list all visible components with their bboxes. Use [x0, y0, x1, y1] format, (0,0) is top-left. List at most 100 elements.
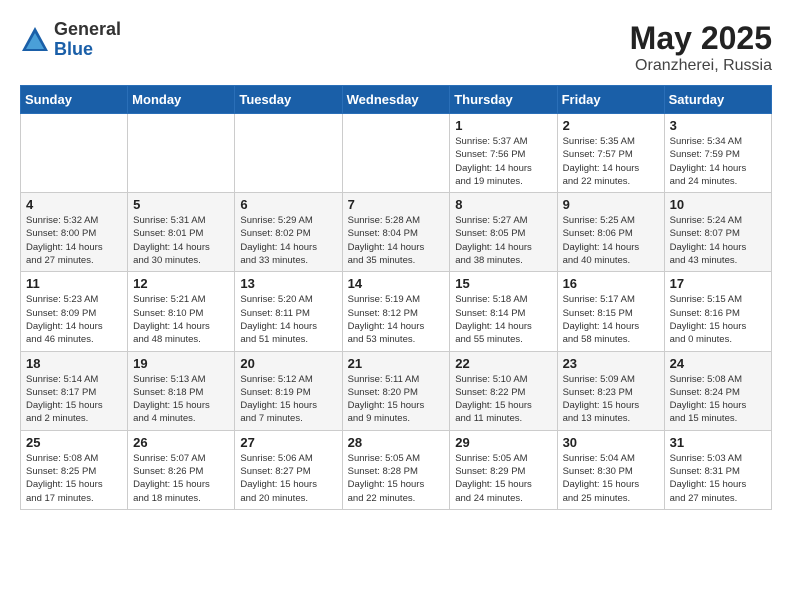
day-info: Sunrise: 5:13 AM Sunset: 8:18 PM Dayligh… — [133, 373, 229, 426]
logo-icon — [20, 25, 50, 55]
calendar-cell: 5 Sunrise: 5:31 AM Sunset: 8:01 PM Daylig… — [128, 193, 235, 272]
calendar-cell: 8 Sunrise: 5:27 AM Sunset: 8:05 PM Daylig… — [450, 193, 557, 272]
day-number: 1 — [455, 118, 551, 133]
day-number: 14 — [348, 276, 445, 291]
day-number: 10 — [670, 197, 766, 212]
calendar-cell: 6 Sunrise: 5:29 AM Sunset: 8:02 PM Daylig… — [235, 193, 342, 272]
day-info: Sunrise: 5:18 AM Sunset: 8:14 PM Dayligh… — [455, 293, 551, 346]
calendar-cell: 3 Sunrise: 5:34 AM Sunset: 7:59 PM Daylig… — [664, 114, 771, 193]
day-info: Sunrise: 5:08 AM Sunset: 8:24 PM Dayligh… — [670, 373, 766, 426]
day-info: Sunrise: 5:07 AM Sunset: 8:26 PM Dayligh… — [133, 452, 229, 505]
day-info: Sunrise: 5:09 AM Sunset: 8:23 PM Dayligh… — [563, 373, 659, 426]
day-number: 30 — [563, 435, 659, 450]
day-number: 27 — [240, 435, 336, 450]
day-number: 16 — [563, 276, 659, 291]
weekday-header-thursday: Thursday — [450, 86, 557, 114]
calendar-cell: 2Sunrise: 5:35 AM Sunset: 7:57 PM Daylig… — [557, 114, 664, 193]
calendar-cell: 12 Sunrise: 5:21 AM Sunset: 8:10 PM Dayli… — [128, 272, 235, 351]
day-number: 8 — [455, 197, 551, 212]
day-number: 9 — [563, 197, 659, 212]
location-subtitle: Oranzherei, Russia — [630, 57, 772, 75]
day-info: Sunrise: 5:15 AM Sunset: 8:16 PM Dayligh… — [670, 293, 766, 346]
day-number: 18 — [26, 356, 122, 371]
day-info: Sunrise: 5:27 AM Sunset: 8:05 PM Dayligh… — [455, 214, 551, 267]
day-info: Sunrise: 5:05 AM Sunset: 8:28 PM Dayligh… — [348, 452, 445, 505]
calendar-cell: 15 Sunrise: 5:18 AM Sunset: 8:14 PM Dayli… — [450, 272, 557, 351]
day-info: Sunrise: 5:25 AM Sunset: 8:06 PM Dayligh… — [563, 214, 659, 267]
weekday-header-wednesday: Wednesday — [342, 86, 450, 114]
day-number: 19 — [133, 356, 229, 371]
month-year-title: May 2025 — [630, 20, 772, 57]
calendar-cell: 16 Sunrise: 5:17 AM Sunset: 8:15 PM Dayli… — [557, 272, 664, 351]
day-info: Sunrise: 5:32 AM Sunset: 8:00 PM Dayligh… — [26, 214, 122, 267]
calendar-cell: 17 Sunrise: 5:15 AM Sunset: 8:16 PM Dayli… — [664, 272, 771, 351]
calendar-cell: 28 Sunrise: 5:05 AM Sunset: 8:28 PM Dayli… — [342, 430, 450, 509]
day-number: 22 — [455, 356, 551, 371]
day-info: Sunrise: 5:23 AM Sunset: 8:09 PM Dayligh… — [26, 293, 122, 346]
day-info: Sunrise: 5:24 AM Sunset: 8:07 PM Dayligh… — [670, 214, 766, 267]
calendar-cell: 11 Sunrise: 5:23 AM Sunset: 8:09 PM Dayli… — [21, 272, 128, 351]
day-info: Sunrise: 5:34 AM Sunset: 7:59 PM Dayligh… — [670, 135, 766, 188]
calendar-cell — [128, 114, 235, 193]
day-number: 25 — [26, 435, 122, 450]
calendar-cell: 23Sunrise: 5:09 AM Sunset: 8:23 PM Dayli… — [557, 351, 664, 430]
day-number: 28 — [348, 435, 445, 450]
day-number: 24 — [670, 356, 766, 371]
calendar-cell: 18 Sunrise: 5:14 AM Sunset: 8:17 PM Dayli… — [21, 351, 128, 430]
week-row-3: 11 Sunrise: 5:23 AM Sunset: 8:09 PM Dayli… — [21, 272, 772, 351]
day-info: Sunrise: 5:03 AM Sunset: 8:31 PM Dayligh… — [670, 452, 766, 505]
day-number: 13 — [240, 276, 336, 291]
day-number: 6 — [240, 197, 336, 212]
calendar-cell: 21 Sunrise: 5:11 AM Sunset: 8:20 PM Dayli… — [342, 351, 450, 430]
week-row-4: 18 Sunrise: 5:14 AM Sunset: 8:17 PM Dayli… — [21, 351, 772, 430]
week-row-1: 1Sunrise: 5:37 AM Sunset: 7:56 PM Daylig… — [21, 114, 772, 193]
day-number: 31 — [670, 435, 766, 450]
day-info: Sunrise: 5:31 AM Sunset: 8:01 PM Dayligh… — [133, 214, 229, 267]
weekday-header-sunday: Sunday — [21, 86, 128, 114]
day-number: 20 — [240, 356, 336, 371]
day-info: Sunrise: 5:14 AM Sunset: 8:17 PM Dayligh… — [26, 373, 122, 426]
day-info: Sunrise: 5:29 AM Sunset: 8:02 PM Dayligh… — [240, 214, 336, 267]
day-info: Sunrise: 5:17 AM Sunset: 8:15 PM Dayligh… — [563, 293, 659, 346]
calendar-cell: 27 Sunrise: 5:06 AM Sunset: 8:27 PM Dayli… — [235, 430, 342, 509]
day-number: 3 — [670, 118, 766, 133]
calendar-cell: 29Sunrise: 5:05 AM Sunset: 8:29 PM Dayli… — [450, 430, 557, 509]
calendar-cell: 24 Sunrise: 5:08 AM Sunset: 8:24 PM Dayli… — [664, 351, 771, 430]
day-number: 26 — [133, 435, 229, 450]
day-info: Sunrise: 5:11 AM Sunset: 8:20 PM Dayligh… — [348, 373, 445, 426]
calendar-cell: 9 Sunrise: 5:25 AM Sunset: 8:06 PM Daylig… — [557, 193, 664, 272]
day-info: Sunrise: 5:10 AM Sunset: 8:22 PM Dayligh… — [455, 373, 551, 426]
day-number: 11 — [26, 276, 122, 291]
day-number: 12 — [133, 276, 229, 291]
calendar-cell: 10 Sunrise: 5:24 AM Sunset: 8:07 PM Dayli… — [664, 193, 771, 272]
day-number: 15 — [455, 276, 551, 291]
calendar-cell — [342, 114, 450, 193]
weekday-header-saturday: Saturday — [664, 86, 771, 114]
day-number: 17 — [670, 276, 766, 291]
calendar-cell: 14 Sunrise: 5:19 AM Sunset: 8:12 PM Dayli… — [342, 272, 450, 351]
day-number: 5 — [133, 197, 229, 212]
day-info: Sunrise: 5:19 AM Sunset: 8:12 PM Dayligh… — [348, 293, 445, 346]
page-header: General Blue May 2025 Oranzherei, Russia — [20, 20, 772, 75]
day-number: 21 — [348, 356, 445, 371]
calendar-cell: 19 Sunrise: 5:13 AM Sunset: 8:18 PM Dayli… — [128, 351, 235, 430]
day-info: Sunrise: 5:12 AM Sunset: 8:19 PM Dayligh… — [240, 373, 336, 426]
day-number: 7 — [348, 197, 445, 212]
day-info: Sunrise: 5:08 AM Sunset: 8:25 PM Dayligh… — [26, 452, 122, 505]
day-info: Sunrise: 5:06 AM Sunset: 8:27 PM Dayligh… — [240, 452, 336, 505]
day-info: Sunrise: 5:35 AM Sunset: 7:57 PM Dayligh… — [563, 135, 659, 188]
title-block: May 2025 Oranzherei, Russia — [630, 20, 772, 75]
day-info: Sunrise: 5:28 AM Sunset: 8:04 PM Dayligh… — [348, 214, 445, 267]
week-row-5: 25 Sunrise: 5:08 AM Sunset: 8:25 PM Dayli… — [21, 430, 772, 509]
logo-general-text: General — [54, 20, 121, 40]
calendar-cell — [235, 114, 342, 193]
weekday-header-row: SundayMondayTuesdayWednesdayThursdayFrid… — [21, 86, 772, 114]
calendar-cell: 1Sunrise: 5:37 AM Sunset: 7:56 PM Daylig… — [450, 114, 557, 193]
day-info: Sunrise: 5:21 AM Sunset: 8:10 PM Dayligh… — [133, 293, 229, 346]
calendar-cell: 7 Sunrise: 5:28 AM Sunset: 8:04 PM Daylig… — [342, 193, 450, 272]
calendar-cell: 26 Sunrise: 5:07 AM Sunset: 8:26 PM Dayli… — [128, 430, 235, 509]
weekday-header-tuesday: Tuesday — [235, 86, 342, 114]
calendar-cell: 13Sunrise: 5:20 AM Sunset: 8:11 PM Dayli… — [235, 272, 342, 351]
calendar-cell: 30Sunrise: 5:04 AM Sunset: 8:30 PM Dayli… — [557, 430, 664, 509]
week-row-2: 4Sunrise: 5:32 AM Sunset: 8:00 PM Daylig… — [21, 193, 772, 272]
